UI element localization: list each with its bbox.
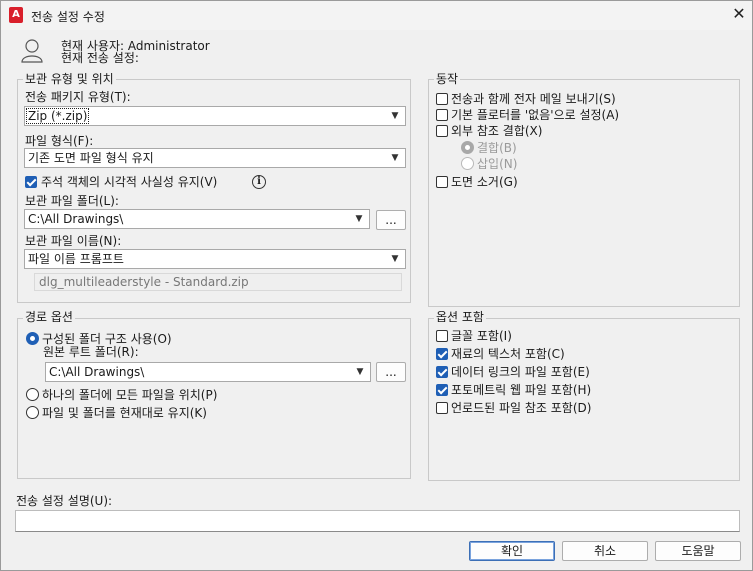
organized-folder-radio[interactable] <box>26 332 39 345</box>
keep-as-is-radio[interactable] <box>26 406 39 419</box>
description-label: 전송 설정 설명(U): <box>16 494 113 508</box>
include-textures-label: 재료의 텍스처 포함(C) <box>451 347 565 361</box>
chevron-down-icon: ▼ <box>355 214 363 224</box>
include-photometric-checkbox[interactable] <box>436 384 448 396</box>
ok-button[interactable]: 확인 <box>469 541 555 561</box>
bind-option-label: 결합(B) <box>477 141 517 155</box>
close-icon[interactable]: ✕ <box>730 5 748 23</box>
source-root-dropdown[interactable]: C:\All Drawings\ ▼ <box>45 362 371 382</box>
insert-option-label: 삽입(N) <box>477 157 518 171</box>
archive-folder-value: C:\All Drawings\ <box>28 212 124 226</box>
info-icon[interactable]: i <box>252 175 266 189</box>
chevron-down-icon: ▼ <box>391 111 399 121</box>
path-options-legend: 경로 옵션 <box>23 310 75 324</box>
actions-legend: 동작 <box>434 72 461 86</box>
send-email-label: 전송과 함께 전자 메일 보내기(S) <box>451 92 616 106</box>
current-setup-text: 현재 전송 설정: <box>61 51 139 65</box>
file-format-dropdown[interactable]: 기존 도면 파일 형식 유지 ▼ <box>24 148 406 168</box>
keep-as-is-label: 파일 및 폴더를 현재대로 유지(K) <box>42 406 207 420</box>
archive-group-legend: 보관 유형 및 위치 <box>23 72 116 86</box>
chevron-down-icon: ▼ <box>391 254 399 264</box>
include-photometric-label: 포토메트릭 웹 파일 포함(H) <box>451 383 592 397</box>
autocad-app-icon: A <box>9 7 23 23</box>
source-root-value: C:\All Drawings\ <box>49 365 145 379</box>
archive-folder-browse-button[interactable]: ... <box>376 210 406 230</box>
include-unloaded-refs-label: 언로드된 파일 참조 포함(D) <box>451 401 592 415</box>
cancel-button[interactable]: 취소 <box>562 541 648 561</box>
include-textures-checkbox[interactable] <box>436 348 448 360</box>
include-fonts-checkbox[interactable] <box>436 330 448 342</box>
include-options-legend: 옵션 포함 <box>434 310 486 324</box>
include-data-links-checkbox[interactable] <box>436 366 448 378</box>
title-bar <box>1 1 752 30</box>
include-fonts-label: 글꼴 포함(I) <box>451 329 512 343</box>
source-root-browse-button[interactable]: ... <box>376 362 406 382</box>
chevron-down-icon: ▼ <box>356 367 364 377</box>
single-folder-label: 하나의 폴더에 모든 파일을 위치(P) <box>42 388 218 402</box>
bind-option-radio[interactable] <box>461 141 474 154</box>
archive-name-preview-text: dlg_multileaderstyle - Standard.zip <box>39 275 249 289</box>
archive-folder-dropdown[interactable]: C:\All Drawings\ ▼ <box>24 209 370 229</box>
send-email-checkbox[interactable] <box>436 93 448 105</box>
purge-drawings-checkbox[interactable] <box>436 176 448 188</box>
archive-name-preview: dlg_multileaderstyle - Standard.zip <box>34 273 402 291</box>
package-type-dropdown[interactable]: Zip (*.zip) ▼ <box>24 106 406 126</box>
archive-name-label: 보관 파일 이름(N): <box>25 234 122 248</box>
window-title: 전송 설정 수정 <box>31 10 105 24</box>
maintain-visual-fidelity-checkbox[interactable] <box>25 176 37 188</box>
archive-name-dropdown[interactable]: 파일 이름 프롬프트 ▼ <box>24 249 406 269</box>
file-format-label: 파일 형식(F): <box>25 134 94 148</box>
bind-xref-label: 외부 참조 결합(X) <box>451 124 543 138</box>
maintain-visual-fidelity-label: 주석 객체의 시각적 사실성 유지(V) <box>41 175 218 189</box>
file-format-value: 기존 도면 파일 형식 유지 <box>28 151 154 165</box>
include-data-links-label: 데이터 링크의 파일 포함(E) <box>451 365 590 379</box>
user-icon <box>20 38 44 64</box>
package-type-value: Zip (*.zip) <box>25 108 90 124</box>
insert-option-radio[interactable] <box>461 157 474 170</box>
single-folder-radio[interactable] <box>26 388 39 401</box>
package-type-label: 전송 패키지 유형(T): <box>25 90 131 104</box>
purge-drawings-label: 도면 소거(G) <box>451 175 518 189</box>
source-root-label: 원본 루트 폴더(R): <box>43 345 139 359</box>
archive-folder-label: 보관 파일 폴더(L): <box>25 194 119 208</box>
bind-xref-checkbox[interactable] <box>436 125 448 137</box>
help-button[interactable]: 도움말 <box>655 541 741 561</box>
description-input[interactable] <box>15 510 740 532</box>
include-unloaded-refs-checkbox[interactable] <box>436 402 448 414</box>
archive-name-value: 파일 이름 프롬프트 <box>28 252 124 266</box>
default-plotter-checkbox[interactable] <box>436 109 448 121</box>
default-plotter-label: 기본 플로터를 '없음'으로 설정(A) <box>451 108 620 122</box>
organized-folder-label: 구성된 폴더 구조 사용(O) <box>42 332 172 346</box>
chevron-down-icon: ▼ <box>391 153 399 163</box>
